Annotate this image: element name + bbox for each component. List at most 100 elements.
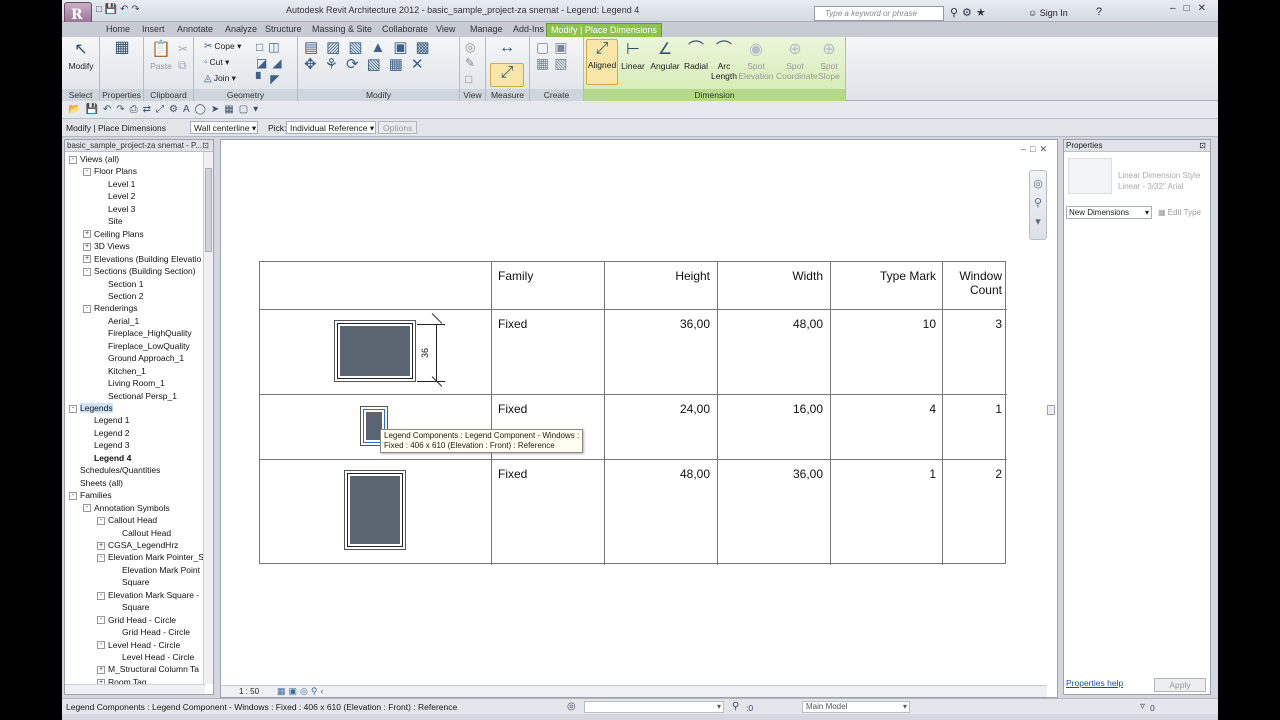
collapse-icon[interactable]: - [97,616,105,625]
canvas-scroll-thumb[interactable] [1047,405,1055,415]
dimension-text[interactable]: 36 [420,348,430,358]
editing-requests-icon[interactable]: ⚲ [732,701,739,712]
quick-access-toolbar[interactable]: □ 💾 ↶ ↷ [96,4,140,15]
view-panel-label[interactable]: View [460,89,485,101]
browser-scrollbar[interactable] [203,152,213,684]
workset-dropdown[interactable]: ▾ [584,701,724,713]
clipboard-icons[interactable]: ✂ ⧉ [178,41,193,73]
properties-panel-label[interactable]: Properties [100,89,143,101]
tree-item[interactable]: - Annotation Symbols [83,502,170,515]
tab-analyze[interactable]: Analyze [221,23,261,37]
close-icon[interactable]: ⊡ [202,140,209,151]
tree-item[interactable]: Level 1 [97,178,135,191]
expand-icon[interactable]: + [83,230,91,239]
tree-item[interactable]: Ground Approach_1 [97,352,184,365]
tree-item[interactable]: - Views (all) [69,153,119,166]
clipboard-panel-label[interactable]: Clipboard [144,89,193,101]
canvas-scrollbar[interactable] [1045,140,1057,687]
tree-item[interactable]: Kitchen_1 [97,365,146,378]
tree-item[interactable]: Living Room_1 [97,377,165,390]
window-controls[interactable]: –□✕ [1170,3,1214,14]
tree-item[interactable]: - Level Head - Circle [97,639,180,652]
collapse-icon[interactable]: - [83,305,91,314]
select-panel-label[interactable]: Select [62,89,99,101]
type-properties-button[interactable]: ▦ [108,39,136,71]
tree-item[interactable]: - Elevation Mark Square - [97,589,199,602]
tree-item[interactable]: + Elevations (Building Elevatio [83,253,201,266]
placement-dropdown[interactable]: Wall centerline ▾ [190,121,258,134]
infocenter-search-input[interactable]: Type a keyword or phrase [814,6,944,21]
instance-filter-dropdown[interactable]: New Dimensions ▾ [1066,206,1152,219]
tree-item[interactable]: Legend 1 [83,414,129,427]
collapse-icon[interactable]: - [83,504,91,513]
tab-modify-place-dimensions[interactable]: Modify | Place Dimensions [546,23,662,37]
quick-access-toolbar-row[interactable]: 📂💾↶↷⎙⇄⤢⚙A◯➤▦▢▾ [62,101,1218,119]
tab-add-ins[interactable]: Add-Ins [509,23,548,37]
tree-item[interactable]: Level 2 [97,190,135,203]
steering-wheel-icon[interactable]: ◎ [1030,177,1046,190]
create-tools-icons[interactable]: ▢▣ ▦▧ [536,39,572,71]
tree-item[interactable]: - Families [69,489,112,502]
tree-item[interactable]: - Floor Plans [83,165,137,178]
tree-item[interactable]: - Sections (Building Section) [83,265,196,278]
modify-panel-label[interactable]: Modify [298,89,459,101]
tree-item[interactable]: Legend 4 [83,452,131,465]
spot-elevation-button[interactable]: ◉ Spot Elevation [738,41,774,81]
cut-button[interactable]: ◦ Cut ▾ [204,57,229,68]
collapse-icon[interactable]: - [97,516,105,525]
tab-view[interactable]: View [432,23,459,37]
measure-between-button[interactable]: ↔ [492,39,522,57]
worksets-icon[interactable]: ◎ [567,701,576,712]
tree-item[interactable]: Level Head - Circle [111,651,194,664]
angular-button[interactable]: ∠ Angular [648,41,682,71]
aligned-dimension-quick-button[interactable]: ⤢ [490,63,524,87]
tree-item[interactable]: Fireplace_HighQuality [97,327,192,340]
radial-button[interactable]: ⌒ Radial [682,41,710,71]
tree-item[interactable]: +3D Views [83,240,130,253]
measure-panel-label[interactable]: Measure [486,89,529,101]
dimension-panel-label[interactable]: Dimension [584,89,845,101]
modify-button[interactable]: ↖ Modify [66,41,96,71]
chevron-down-icon[interactable]: ▾ [1030,215,1046,228]
tree-item[interactable]: Section 1 [97,278,143,291]
type-selector[interactable]: Linear Dimension Style Linear - 3/32" Ari… [1066,156,1208,198]
tree-item[interactable]: Square [111,576,149,589]
tab-massing-site[interactable]: Massing & Site [308,23,376,37]
zoom-icon[interactable]: ⚲ [1030,196,1046,209]
infocenter-icons[interactable]: ⚲⚙★ [950,6,990,19]
collapse-icon[interactable]: - [69,404,77,413]
view-tools-icons[interactable]: ◎ ✎ □ [465,39,480,87]
linear-button[interactable]: ⊢ Linear [620,41,646,71]
design-options-dropdown[interactable]: Main Model ▾ [802,701,910,713]
tree-item[interactable]: Sheets (all) [69,477,123,490]
tree-item[interactable]: - Grid Head - Circle [97,614,176,627]
filter-icon[interactable]: ▿ [1140,701,1145,712]
view-scale[interactable]: 1 : 50 [239,687,259,696]
tree-item[interactable]: + M_Structural Column Ta [97,663,199,676]
tree-item[interactable]: Grid Head - Circle [111,626,190,639]
tree-item[interactable]: Site [97,215,123,228]
collapse-icon[interactable]: - [97,641,105,650]
aligned-button[interactable]: ⤢ Aligned [586,39,618,85]
close-icon[interactable]: ⊡ [1199,140,1206,151]
browser-hscrollbar[interactable] [65,684,205,694]
tab-annotate[interactable]: Annotate [173,23,217,37]
collapse-icon[interactable]: - [83,267,91,276]
create-panel-label[interactable]: Create [530,89,583,101]
tree-item[interactable]: Legend 3 [83,439,129,452]
pick-dropdown[interactable]: Individual Reference ▾ [286,121,376,134]
geometry-panel-label[interactable]: Geometry [194,89,297,101]
tree-item[interactable]: Level 3 [97,203,135,216]
tree-item[interactable]: Fireplace_LowQuality [97,340,190,353]
help-icon[interactable]: ? [1096,6,1102,18]
tree-item[interactable]: Elevation Mark Point [111,564,200,577]
spot-coordinate-button[interactable]: ⊕ Spot Coordinate [776,41,818,81]
expand-icon[interactable]: + [97,666,105,675]
tab-structure[interactable]: Structure [261,23,306,37]
edit-type-button[interactable]: ▦ Edit Type [1158,208,1201,217]
tab-collaborate[interactable]: Collaborate [378,23,432,37]
tree-item[interactable]: Legend 2 [83,427,129,440]
apply-button[interactable]: Apply [1154,678,1206,692]
window-legend-component-large[interactable] [337,323,413,379]
tree-item[interactable]: Square [111,601,149,614]
